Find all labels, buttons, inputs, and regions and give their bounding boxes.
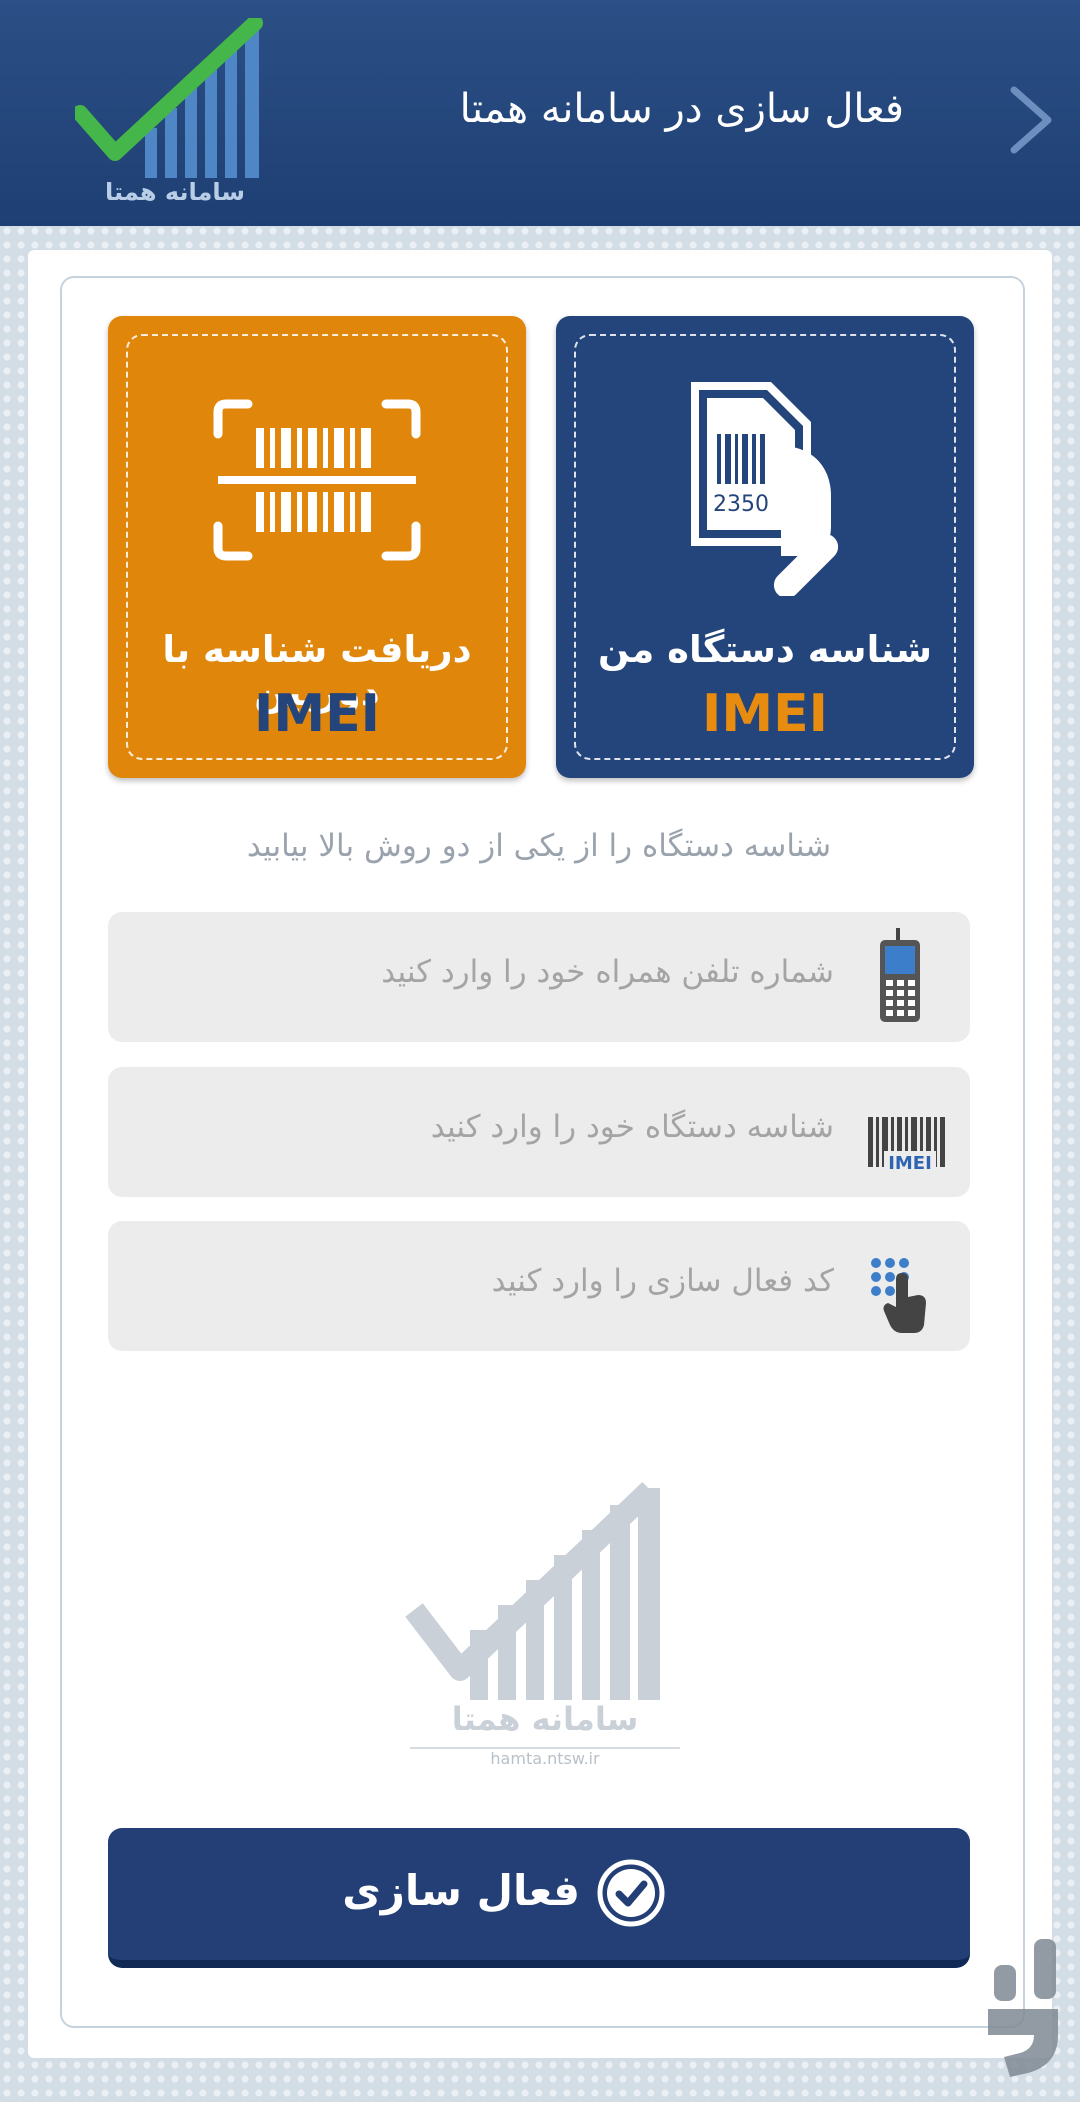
scan-imei-camera-tile[interactable]: دریافت شناسه با دوربین IMEI <box>108 316 526 778</box>
imei-field[interactable]: IMEI شناسه دستگاه خود را وارد کنید <box>108 1067 970 1197</box>
method-hint-text: شناسه دستگاه را از یکی از دو روش بالا بی… <box>246 828 832 864</box>
check-circle-icon <box>597 1859 665 1927</box>
activate-button-label: فعال سازی <box>342 1866 580 1915</box>
activation-code-placeholder: کد فعال سازی را وارد کنید <box>491 1263 834 1299</box>
logo-text: سامانه همتا <box>105 178 245 206</box>
watermark-logo-text: سامانه همتا <box>452 1700 639 1738</box>
phone-number-placeholder: شماره تلفن همراه خود را وارد کنید <box>381 954 834 990</box>
my-device-imei-text: IMEI <box>702 684 828 744</box>
back-arrow-icon[interactable] <box>1002 80 1062 160</box>
barcode-scanner-icon <box>213 399 421 561</box>
store-badge-icon <box>988 1939 1058 2077</box>
my-device-imei-label: شناسه دستگاه من <box>598 628 932 671</box>
sim-card-hand-icon: 2350 <box>691 382 839 596</box>
activation-code-field[interactable]: کد فعال سازی را وارد کنید <box>108 1221 970 1351</box>
activate-button[interactable]: فعال سازی <box>108 1828 970 1968</box>
watermark-url: hamta.ntsw.ir <box>490 1749 600 1768</box>
imei-placeholder: شناسه دستگاه خود را وارد کنید <box>430 1109 834 1145</box>
hamta-watermark-logo: سامانه همتا hamta.ntsw.ir <box>405 1482 680 1768</box>
mobile-phone-icon <box>880 928 920 1022</box>
keypad-hand-icon <box>871 1258 926 1333</box>
my-device-imei-tile[interactable]: 2350 شناسه دستگاه من IMEI <box>556 316 974 778</box>
card-number: 2350 <box>713 492 769 517</box>
app-header: سامانه همتا فعال سازی در سامانه همتا <box>0 0 1080 226</box>
imei-barcode-icon: IMEI <box>868 1117 945 1174</box>
phone-number-field[interactable]: شماره تلفن همراه خود را وارد کنید <box>108 912 970 1042</box>
scan-imei-camera-text: IMEI <box>254 684 380 744</box>
hamta-logo-icon: سامانه همتا <box>75 18 263 206</box>
page-title: فعال سازی در سامانه همتا <box>459 86 904 132</box>
imei-icon-text: IMEI <box>888 1153 932 1174</box>
